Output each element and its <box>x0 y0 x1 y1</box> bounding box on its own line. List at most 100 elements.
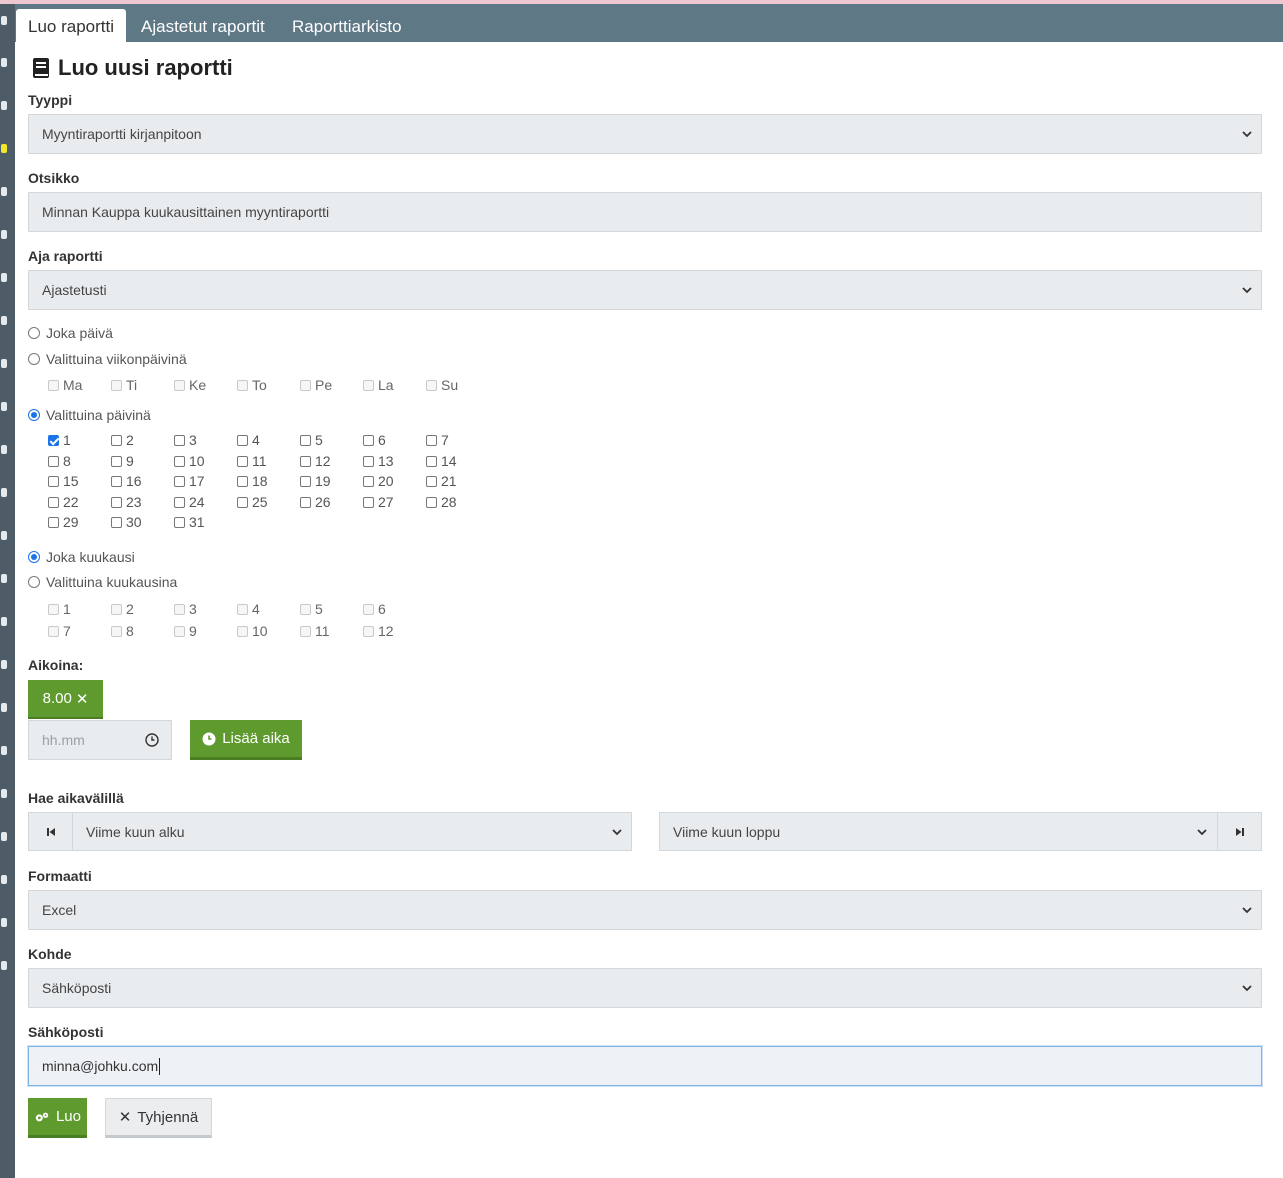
radio-every-day[interactable]: Joka päivä <box>28 325 113 341</box>
checkbox-box[interactable] <box>363 434 374 446</box>
create-button[interactable]: Luo <box>28 1098 87 1138</box>
day-checkbox[interactable]: 2 <box>111 432 134 448</box>
day-checkbox[interactable]: 4 <box>237 432 260 448</box>
checkbox-box[interactable] <box>174 625 185 637</box>
day-checkbox[interactable]: 26 <box>300 494 331 510</box>
weekday-checkbox[interactable]: Ma <box>48 377 82 393</box>
day-checkbox[interactable]: 27 <box>363 494 394 510</box>
nav-icon[interactable] <box>1 961 7 970</box>
day-checkbox[interactable]: 25 <box>237 494 268 510</box>
day-checkbox[interactable]: 24 <box>174 494 205 510</box>
day-checkbox[interactable]: 8 <box>48 453 71 469</box>
checkbox-box[interactable] <box>174 475 185 487</box>
checkbox-box[interactable] <box>111 625 122 637</box>
checkbox-box[interactable] <box>300 625 311 637</box>
nav-icon[interactable] <box>1 875 7 884</box>
nav-icon[interactable] <box>1 273 7 282</box>
weekday-checkbox[interactable]: To <box>237 377 267 393</box>
time-chip[interactable]: 8.00 ✕ <box>28 680 103 719</box>
day-checkbox[interactable]: 15 <box>48 473 79 489</box>
checkbox-box[interactable] <box>111 496 122 508</box>
checkbox-box[interactable] <box>174 379 185 391</box>
day-checkbox[interactable]: 5 <box>300 432 323 448</box>
tab-report-archive[interactable]: Raporttiarkisto <box>280 9 414 42</box>
checkbox-box[interactable] <box>48 379 59 391</box>
checkbox-box[interactable] <box>174 516 185 528</box>
checkbox-box[interactable] <box>363 625 374 637</box>
nav-icon[interactable] <box>1 101 7 110</box>
nav-icon[interactable] <box>1 918 7 927</box>
title-input[interactable]: Minnan Kauppa kuukausittainen myyntirapo… <box>28 192 1262 232</box>
radio-circle[interactable] <box>28 327 40 339</box>
month-checkbox[interactable]: 4 <box>237 601 260 617</box>
checkbox-box[interactable] <box>363 496 374 508</box>
nav-icon[interactable] <box>1 230 7 239</box>
checkbox-box[interactable] <box>363 603 374 615</box>
month-checkbox[interactable]: 6 <box>363 601 386 617</box>
month-checkbox[interactable]: 10 <box>237 623 268 639</box>
day-checkbox[interactable]: 28 <box>426 494 457 510</box>
radio-every-month[interactable]: Joka kuukausi <box>28 549 135 565</box>
nav-icon[interactable] <box>1 789 7 798</box>
nav-icon[interactable] <box>1 187 7 196</box>
skip-forward-icon[interactable] <box>1217 813 1261 850</box>
nav-icon[interactable] <box>1 746 7 755</box>
remove-icon[interactable]: ✕ <box>76 690 89 708</box>
checkbox-box[interactable] <box>48 455 59 467</box>
weekday-checkbox[interactable]: Pe <box>300 377 332 393</box>
checkbox-box[interactable] <box>237 475 248 487</box>
month-checkbox[interactable]: 8 <box>111 623 134 639</box>
radio-selected-weekdays[interactable]: Valittuina viikonpäivinä <box>28 351 187 367</box>
day-checkbox[interactable]: 21 <box>426 473 457 489</box>
month-checkbox[interactable]: 11 <box>300 623 330 639</box>
nav-icon[interactable] <box>1 703 7 712</box>
checkbox-box[interactable] <box>174 496 185 508</box>
month-checkbox[interactable]: 7 <box>48 623 71 639</box>
checkbox-box[interactable] <box>300 434 311 446</box>
checkbox-box[interactable] <box>237 455 248 467</box>
checkbox-box[interactable] <box>111 516 122 528</box>
day-checkbox[interactable]: 19 <box>300 473 331 489</box>
tab-create-report[interactable]: Luo raportti <box>16 9 126 42</box>
day-checkbox[interactable]: 12 <box>300 453 331 469</box>
clear-button[interactable]: ✕ Tyhjennä <box>105 1098 212 1138</box>
weekday-checkbox[interactable]: Ke <box>174 377 206 393</box>
nav-icon-active[interactable] <box>1 144 7 153</box>
day-checkbox[interactable]: 1 <box>48 432 71 448</box>
checkbox-box[interactable] <box>426 496 437 508</box>
checkbox-box[interactable] <box>48 625 59 637</box>
day-checkbox[interactable]: 18 <box>237 473 268 489</box>
month-checkbox[interactable]: 1 <box>48 601 71 617</box>
tab-scheduled-reports[interactable]: Ajastetut raportit <box>129 9 277 42</box>
nav-icon[interactable] <box>1 402 7 411</box>
day-checkbox[interactable]: 3 <box>174 432 197 448</box>
nav-icon[interactable] <box>1 445 7 454</box>
nav-icon[interactable] <box>1 574 7 583</box>
weekday-checkbox[interactable]: La <box>363 377 394 393</box>
day-checkbox[interactable]: 22 <box>48 494 79 510</box>
email-input[interactable]: minna@johku.com <box>28 1046 1262 1086</box>
checkbox-box[interactable] <box>237 379 248 391</box>
day-checkbox[interactable]: 29 <box>48 514 79 530</box>
day-checkbox[interactable]: 14 <box>426 453 457 469</box>
checkbox-box[interactable] <box>174 434 185 446</box>
time-input[interactable]: hh.mm <box>28 720 172 760</box>
checkbox-box[interactable] <box>111 475 122 487</box>
checkbox-box[interactable] <box>300 455 311 467</box>
add-time-button[interactable]: Lisää aika <box>190 720 302 760</box>
weekday-checkbox[interactable]: Su <box>426 377 458 393</box>
checkbox-box[interactable] <box>426 455 437 467</box>
radio-circle[interactable] <box>28 551 40 563</box>
checkbox-box[interactable] <box>48 475 59 487</box>
target-select[interactable]: Sähköposti <box>28 968 1262 1008</box>
radio-circle[interactable] <box>28 576 40 588</box>
checkbox-box[interactable] <box>300 496 311 508</box>
checkbox-box[interactable] <box>174 603 185 615</box>
day-checkbox[interactable]: 30 <box>111 514 142 530</box>
day-checkbox[interactable]: 20 <box>363 473 394 489</box>
day-checkbox[interactable]: 9 <box>111 453 134 469</box>
nav-icon[interactable] <box>1 316 7 325</box>
month-checkbox[interactable]: 3 <box>174 601 197 617</box>
checkbox-box[interactable] <box>363 455 374 467</box>
checkbox-box[interactable] <box>300 379 311 391</box>
